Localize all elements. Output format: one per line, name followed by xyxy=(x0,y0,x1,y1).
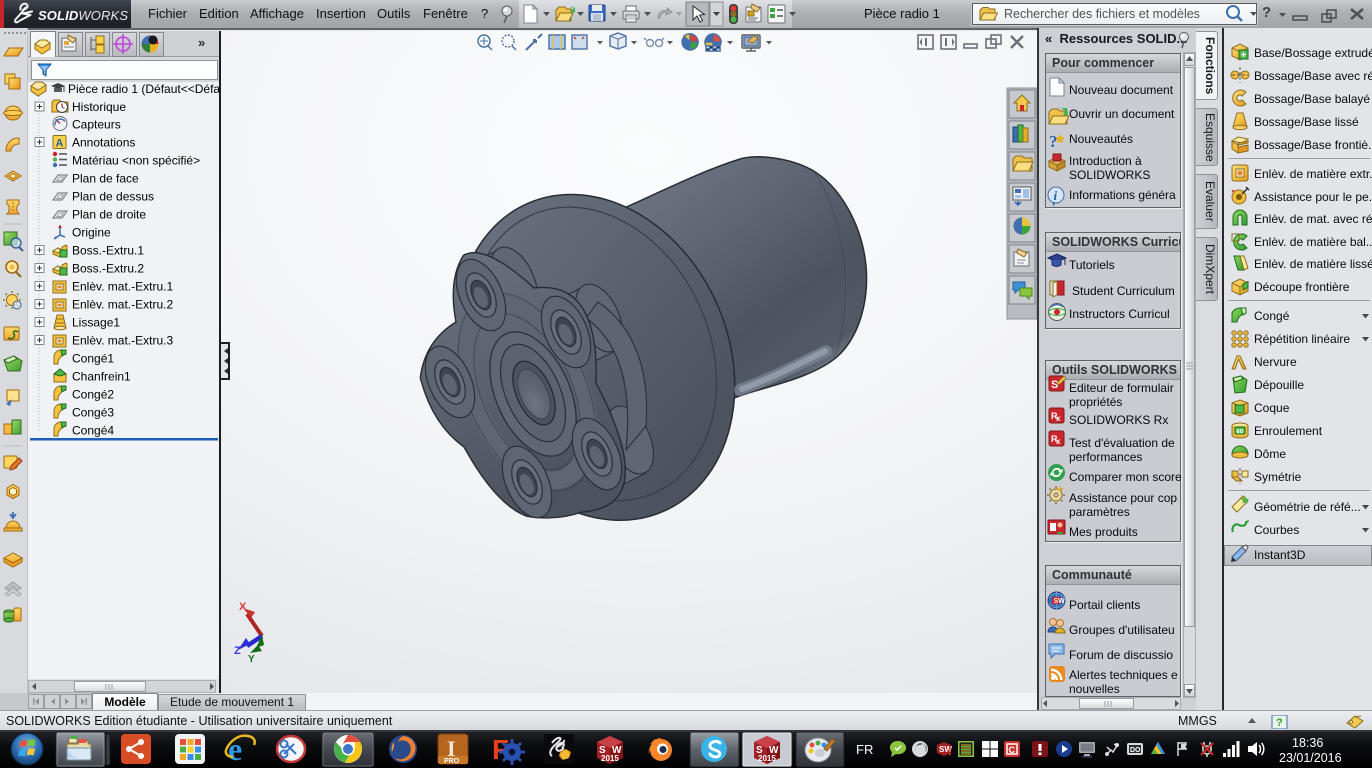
svg-text:Boss.-Extru.2: Boss.-Extru.2 xyxy=(72,262,144,276)
svg-text:Capteurs: Capteurs xyxy=(72,118,121,132)
svg-text:Boss.-Extru.1: Boss.-Extru.1 xyxy=(72,244,144,258)
svg-text:X: X xyxy=(239,601,247,613)
svg-text:Z: Z xyxy=(234,645,241,657)
svg-text:2015: 2015 xyxy=(601,754,619,763)
svg-text:Plan de face: Plan de face xyxy=(72,172,139,186)
svg-text:Plan de droite: Plan de droite xyxy=(72,208,146,222)
svg-text:Enlèv. mat.-Extru.3: Enlèv. mat.-Extru.3 xyxy=(72,334,173,348)
svg-text:23/01/2016: 23/01/2016 xyxy=(1279,751,1342,765)
svg-text:Congé1: Congé1 xyxy=(72,352,114,366)
svg-text:Congé2: Congé2 xyxy=(72,388,114,402)
svg-text:Historique: Historique xyxy=(72,100,126,114)
svg-text:FR: FR xyxy=(856,742,873,757)
svg-text:?: ? xyxy=(1049,132,1058,151)
svg-text:Plan de dessus: Plan de dessus xyxy=(72,190,154,204)
svg-text:SW: SW xyxy=(1054,598,1066,605)
svg-text:A: A xyxy=(56,138,64,150)
svg-text:Annotations: Annotations xyxy=(72,136,135,150)
svg-text:x: x xyxy=(1056,437,1061,446)
svg-text:DO: DO xyxy=(1130,747,1141,754)
svg-text:Origine: Origine xyxy=(72,226,111,240)
svg-text:C: C xyxy=(1009,745,1016,755)
svg-text:?: ? xyxy=(1276,717,1283,729)
svg-text:i: i xyxy=(1054,188,1058,203)
svg-text:Enlèv. mat.-Extru.1: Enlèv. mat.-Extru.1 xyxy=(72,280,173,294)
svg-text:PRO: PRO xyxy=(444,758,460,765)
svg-text:Enlèv. mat.-Extru.2: Enlèv. mat.-Extru.2 xyxy=(72,298,173,312)
svg-text:60: 60 xyxy=(1236,429,1244,436)
svg-text:Matériau <non spécifié>: Matériau <non spécifié> xyxy=(72,154,200,168)
svg-text:Pièce radio 1 (Défaut<<Défa: Pièce radio 1 (Défaut<<Défa xyxy=(68,82,220,96)
svg-text:Congé4: Congé4 xyxy=(72,424,114,438)
svg-text:x: x xyxy=(1056,414,1061,423)
svg-text:Lissage1: Lissage1 xyxy=(72,316,120,330)
svg-text:!: ! xyxy=(948,744,952,758)
svg-text:2015: 2015 xyxy=(758,754,776,763)
svg-text:Chanfrein1: Chanfrein1 xyxy=(72,370,131,384)
svg-text:18:36: 18:36 xyxy=(1292,736,1323,750)
svg-text:Congé3: Congé3 xyxy=(72,406,114,420)
svg-text:Y: Y xyxy=(248,654,255,665)
